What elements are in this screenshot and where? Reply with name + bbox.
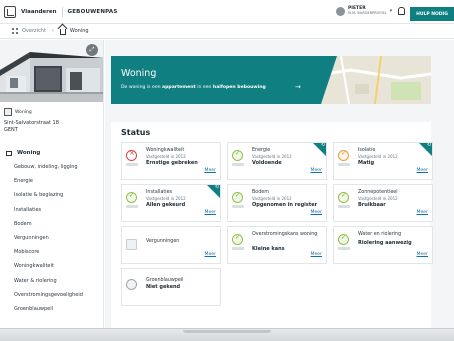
sidebar-item-label: Woning [17, 150, 41, 156]
hero-banner[interactable]: Woning De woning is een appartement in e… [111, 56, 431, 104]
hero-description: De woning is een appartement in een half… [121, 85, 266, 90]
hero-title: Woning [121, 68, 157, 79]
house-icon [59, 29, 66, 35]
sidebar-item-water[interactable]: Water & riolering [0, 274, 103, 288]
more-link[interactable]: Meer [310, 210, 322, 215]
user-role: M.M. BURGERPROFIEL [348, 11, 387, 15]
breadcrumb-overview[interactable]: Overzicht [22, 28, 46, 34]
bell-icon[interactable] [397, 7, 405, 15]
check-circle-icon [232, 150, 243, 161]
sidebar-item-gebouw[interactable]: Gebouw, indeling, ligging [0, 160, 103, 174]
more-link[interactable]: Meer [204, 210, 216, 215]
status-card-isolatie[interactable]: Isolatie Vastgesteld in 2012 Matig Meer … [333, 142, 433, 180]
sidebar-nav: Woning Gebouw, indeling, ligging Energie… [0, 146, 103, 316]
address-street: Sint-Salvatorstraat 18 [4, 120, 59, 126]
drop-icon [126, 279, 137, 290]
status-card-bodem[interactable]: Bodem Vastgesteld in 2012 Opgenomen in r… [227, 184, 327, 222]
app-screen: Vlaanderen GEBOUWENPAS PIETER M.M. BURGE… [0, 0, 454, 328]
address: Sint-Salvatorstraat 18 GENT [4, 120, 59, 134]
more-link[interactable]: Meer [310, 252, 322, 257]
user-menu[interactable]: PIETER M.M. BURGERPROFIEL ▾ [336, 6, 392, 16]
sidebar-item-energie[interactable]: Energie [0, 174, 103, 188]
status-card-installaties[interactable]: Installaties Vastgesteld in 2012 Allen g… [121, 184, 221, 222]
sidebar-item-installaties[interactable]: Installaties [0, 203, 103, 217]
address-city: GENT [4, 127, 18, 133]
sidebar-item-isolatie[interactable]: Isolatie & beglazing [0, 188, 103, 202]
brand-divider [61, 6, 63, 17]
sidebar-item-groenblauwpeil[interactable]: Groenblauwpeil [0, 302, 103, 316]
avatar [336, 6, 345, 16]
status-card-groenblauwpeil[interactable]: Groenblauwpeil Niet gekend [121, 268, 221, 306]
status-card-zonnepotentieel[interactable]: Zonnepotentieel Vastgesteld in 2012 Brui… [333, 184, 433, 222]
sidebar-item-overstroming[interactable]: Overstromingsgevoeligheid [0, 288, 103, 302]
property-tag: Woning [4, 108, 32, 116]
status-card-energie[interactable]: Energie Vastgesteld in 2012 Voldoende Me… [227, 142, 327, 180]
expand-icon[interactable]: ⤢ [86, 44, 98, 56]
main-content: Woning De woning is een appartement in e… [105, 40, 454, 328]
chevron-down-icon: ▾ [389, 8, 393, 14]
more-link[interactable]: Meer [416, 210, 428, 215]
top-bar: Vlaanderen GEBOUWENPAS PIETER M.M. BURGE… [0, 0, 454, 24]
more-link[interactable]: Meer [416, 168, 428, 173]
status-card-woningkwaliteit[interactable]: Woningkwaliteit Vastgesteld in 2012 Erns… [121, 142, 221, 180]
breadcrumb: Overzicht › Woning [0, 24, 454, 39]
status-card-vergunningen[interactable]: Vergunningen Meer [121, 226, 221, 264]
status-panel: Status Woningkwaliteit Vastgesteld in 20… [111, 122, 433, 328]
cross-circle-icon [126, 149, 137, 161]
device-frame-bottom [0, 328, 454, 341]
check-circle-icon [338, 150, 349, 161]
app-name[interactable]: GEBOUWENPAS [68, 9, 118, 15]
house-icon [6, 150, 12, 156]
refresh-icon: ⟲ [214, 184, 219, 190]
brand-name[interactable]: Vlaanderen [21, 9, 57, 15]
sidebar-item-mobiscore[interactable]: Mobiscore [0, 245, 103, 259]
more-link[interactable]: Meer [416, 252, 428, 257]
refresh-icon: ⟲ [320, 142, 325, 148]
check-circle-icon [338, 234, 349, 245]
breadcrumb-current: Woning [69, 28, 89, 34]
help-button[interactable]: HULP NODIG [410, 7, 454, 21]
status-card-overstromingskans[interactable]: Overstromingskans woning Kleine kans Mee… [227, 226, 327, 264]
document-icon [126, 239, 137, 250]
chevron-right-icon: › [51, 28, 54, 34]
grid-icon [12, 28, 18, 34]
status-card-water-riolering[interactable]: Water en riolering Riolering aanwezig Me… [333, 226, 433, 264]
sidebar-item-woning[interactable]: Woning [0, 146, 103, 160]
more-link[interactable]: Meer [204, 252, 216, 257]
more-link[interactable]: Meer [204, 168, 216, 173]
property-tag-label: Woning [15, 109, 32, 115]
refresh-icon: ⟲ [426, 142, 431, 148]
sidebar-item-bodem[interactable]: Bodem [0, 217, 103, 231]
more-link[interactable]: Meer [310, 168, 322, 173]
sidebar-item-woningkwaliteit[interactable]: Woningkwaliteit [0, 259, 103, 273]
sidebar: ⤢ Woning Sint-Salvatorstraat 18 GENT Won… [0, 40, 104, 328]
check-circle-icon [232, 234, 243, 245]
status-title: Status [121, 128, 151, 137]
check-circle-icon [338, 192, 349, 203]
sidebar-item-vergunningen[interactable]: Vergunningen [0, 231, 103, 245]
house-photo[interactable]: ⤢ [0, 40, 103, 102]
check-circle-icon [232, 192, 243, 203]
arrow-right-icon[interactable]: → [295, 83, 301, 91]
device-notch [183, 330, 271, 333]
vlaanderen-logo-icon[interactable] [4, 5, 16, 18]
apartment-icon [4, 108, 12, 116]
check-circle-icon [126, 192, 137, 203]
